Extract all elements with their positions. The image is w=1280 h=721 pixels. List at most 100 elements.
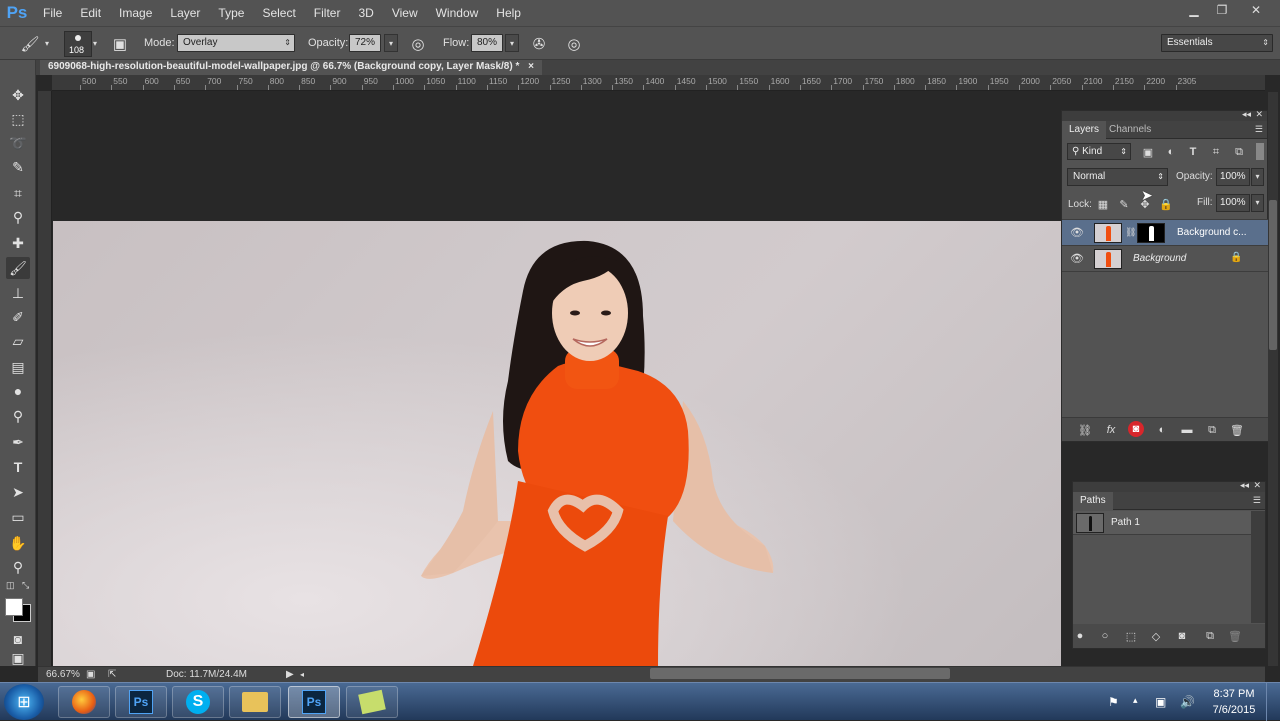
menu-view[interactable]: View [383,0,427,26]
trash-icon[interactable]: 🗑 [1228,421,1246,439]
close-button[interactable]: ✕ [1240,0,1272,20]
notes-icon[interactable] [346,686,398,718]
panel-close-icon[interactable]: ✕ [1253,480,1261,491]
menu-type[interactable]: Type [209,0,253,26]
tab-channels[interactable]: Channels [1102,121,1158,139]
trash-icon[interactable]: 🗑 [1226,627,1244,645]
menu-window[interactable]: Window [427,0,488,26]
clone-stamp-tool-icon[interactable]: ⊥ [6,282,30,304]
visibility-eye-icon[interactable]: 👁 [1070,252,1084,266]
mode-dropdown[interactable]: Overlay ⇕ [177,34,295,52]
tab-layers[interactable]: Layers [1062,121,1107,139]
default-colors-icon[interactable]: ◫ [6,580,15,591]
mask-link-icon[interactable]: ⛓ [1125,227,1136,238]
pressure-size-icon[interactable]: ◎ [564,34,584,54]
blur-tool-icon[interactable]: ● [6,380,30,402]
eyedropper-tool-icon[interactable]: ⚲ [6,206,30,228]
add-mask-icon[interactable]: ◙ [1173,627,1191,645]
paths-scrollbar[interactable] [1251,511,1265,623]
firefox-icon[interactable] [58,686,110,718]
filter-toggle-switch[interactable] [1256,143,1264,160]
restore-button[interactable]: ❐ [1208,0,1236,20]
document-tab[interactable]: 6909068-high-resolution-beautiful-model-… [40,60,542,75]
lock-all-icon[interactable]: 🔒 [1157,195,1175,213]
move-tool-icon[interactable]: ✥ [6,84,30,106]
photoshop-icon[interactable]: Ps [115,686,167,718]
blend-mode-dropdown[interactable]: Normal ⇕ [1067,168,1168,186]
vertical-scroll-thumb[interactable] [1269,200,1277,350]
filter-pixel-icon[interactable]: ▣ [1139,143,1157,161]
menu-filter[interactable]: Filter [305,0,350,26]
filter-adjustment-icon[interactable]: ◐ [1162,143,1180,161]
tab-close-icon[interactable]: × [528,61,534,72]
path-name[interactable]: Path 1 [1111,517,1140,528]
brush-tool-preset-icon[interactable]: 🖌 [20,34,40,54]
quick-mask-icon[interactable]: ◙ [6,628,30,650]
collapse-icon[interactable]: ◂◂ [1240,480,1249,491]
rectangle-tool-icon[interactable]: ▭ [6,506,30,528]
lock-paint-icon[interactable]: ✎ [1115,195,1133,213]
workspace-dropdown[interactable]: Essentials ⇕ [1161,34,1273,52]
opacity-arrow-icon[interactable]: ▾ [1251,168,1264,186]
quick-select-tool-icon[interactable]: ✎ [6,156,30,178]
menu-help[interactable]: Help [487,0,530,26]
brush-size-arrow-icon[interactable]: ▾ [93,39,97,48]
document-image[interactable] [53,221,1061,666]
dodge-tool-icon[interactable]: ⚲ [6,405,30,427]
foreground-color-swatch[interactable] [5,598,23,616]
flow-dropdown-arrow-icon[interactable]: ▾ [505,34,519,52]
menu-edit[interactable]: Edit [71,0,110,26]
eraser-tool-icon[interactable]: ▱ [6,330,30,352]
brush-size-picker[interactable]: 108 [64,31,92,57]
layer-name[interactable]: Background [1133,253,1186,264]
opacity-dropdown-arrow-icon[interactable]: ▾ [384,34,398,52]
flow-input[interactable]: 80% [471,34,503,52]
flag-icon[interactable]: ⚑ [1108,695,1119,709]
show-desktop-button[interactable] [1266,683,1280,721]
photoshop-active-icon[interactable]: Ps [288,686,340,718]
swap-colors-icon[interactable]: ⤡ [22,580,29,591]
panel-menu-icon[interactable]: ☰ [1255,124,1263,135]
network-icon[interactable]: ▣ [1155,695,1166,709]
status-menu-arrow-icon[interactable]: ▶ [286,669,294,680]
history-brush-tool-icon[interactable]: ✐ [6,306,30,328]
filter-type-icon[interactable]: T [1184,143,1202,161]
scroll-left-icon[interactable]: ◂ [300,670,304,679]
tab-paths[interactable]: Paths [1073,492,1113,510]
zoom-level[interactable]: 66.67% [46,669,80,680]
filter-shape-icon[interactable]: ⌗ [1207,143,1225,161]
layer-name[interactable]: Background c... [1177,227,1246,238]
fill-arrow-icon[interactable]: ▾ [1251,194,1264,212]
preset-dropdown-arrow-icon[interactable]: ▾ [45,39,49,48]
stroke-path-icon[interactable]: ○ [1096,627,1114,645]
layer-row-background[interactable]: 👁 Background 🔒 [1062,246,1268,272]
zoom-tool-icon[interactable]: ⚲ [6,556,30,578]
pressure-opacity-icon[interactable]: ◎ [408,34,428,54]
filter-smart-object-icon[interactable]: ⧉ [1230,143,1248,161]
menu-3d[interactable]: 3D [349,0,382,26]
vertical-scrollbar[interactable] [1268,92,1278,666]
panel-menu-icon[interactable]: ☰ [1253,495,1261,506]
menu-image[interactable]: Image [110,0,161,26]
menu-select[interactable]: Select [253,0,304,26]
airbrush-icon[interactable]: ✇ [529,34,549,54]
lasso-tool-icon[interactable]: ➰ [6,132,30,154]
lock-transparent-icon[interactable]: ▦ [1094,195,1112,213]
opacity-input[interactable]: 72% [349,34,381,52]
clock-date[interactable]: 7/6/2015 [1208,704,1260,716]
add-mask-icon[interactable]: ◙ [1128,421,1144,437]
volume-icon[interactable]: 🔊 [1180,695,1195,709]
type-tool-icon[interactable]: T [6,456,30,478]
collapse-icon[interactable]: ◂◂ [1242,109,1251,120]
layer-opacity-input[interactable]: 100% [1216,168,1250,186]
layer-mask-thumbnail[interactable] [1137,223,1165,243]
skype-icon[interactable]: S [172,686,224,718]
hand-tool-icon[interactable]: ✋ [6,532,30,554]
layer-row-background-copy[interactable]: 👁 ⛓ Background c... [1062,220,1268,246]
minimize-button[interactable]: ▁ [1180,0,1208,20]
menu-layer[interactable]: Layer [161,0,209,26]
horizontal-scroll-thumb[interactable] [650,668,950,679]
clock-time[interactable]: 8:37 PM [1208,688,1260,700]
pen-tool-icon[interactable]: ✒ [6,431,30,453]
link-layers-icon[interactable]: ⛓ [1076,421,1094,439]
